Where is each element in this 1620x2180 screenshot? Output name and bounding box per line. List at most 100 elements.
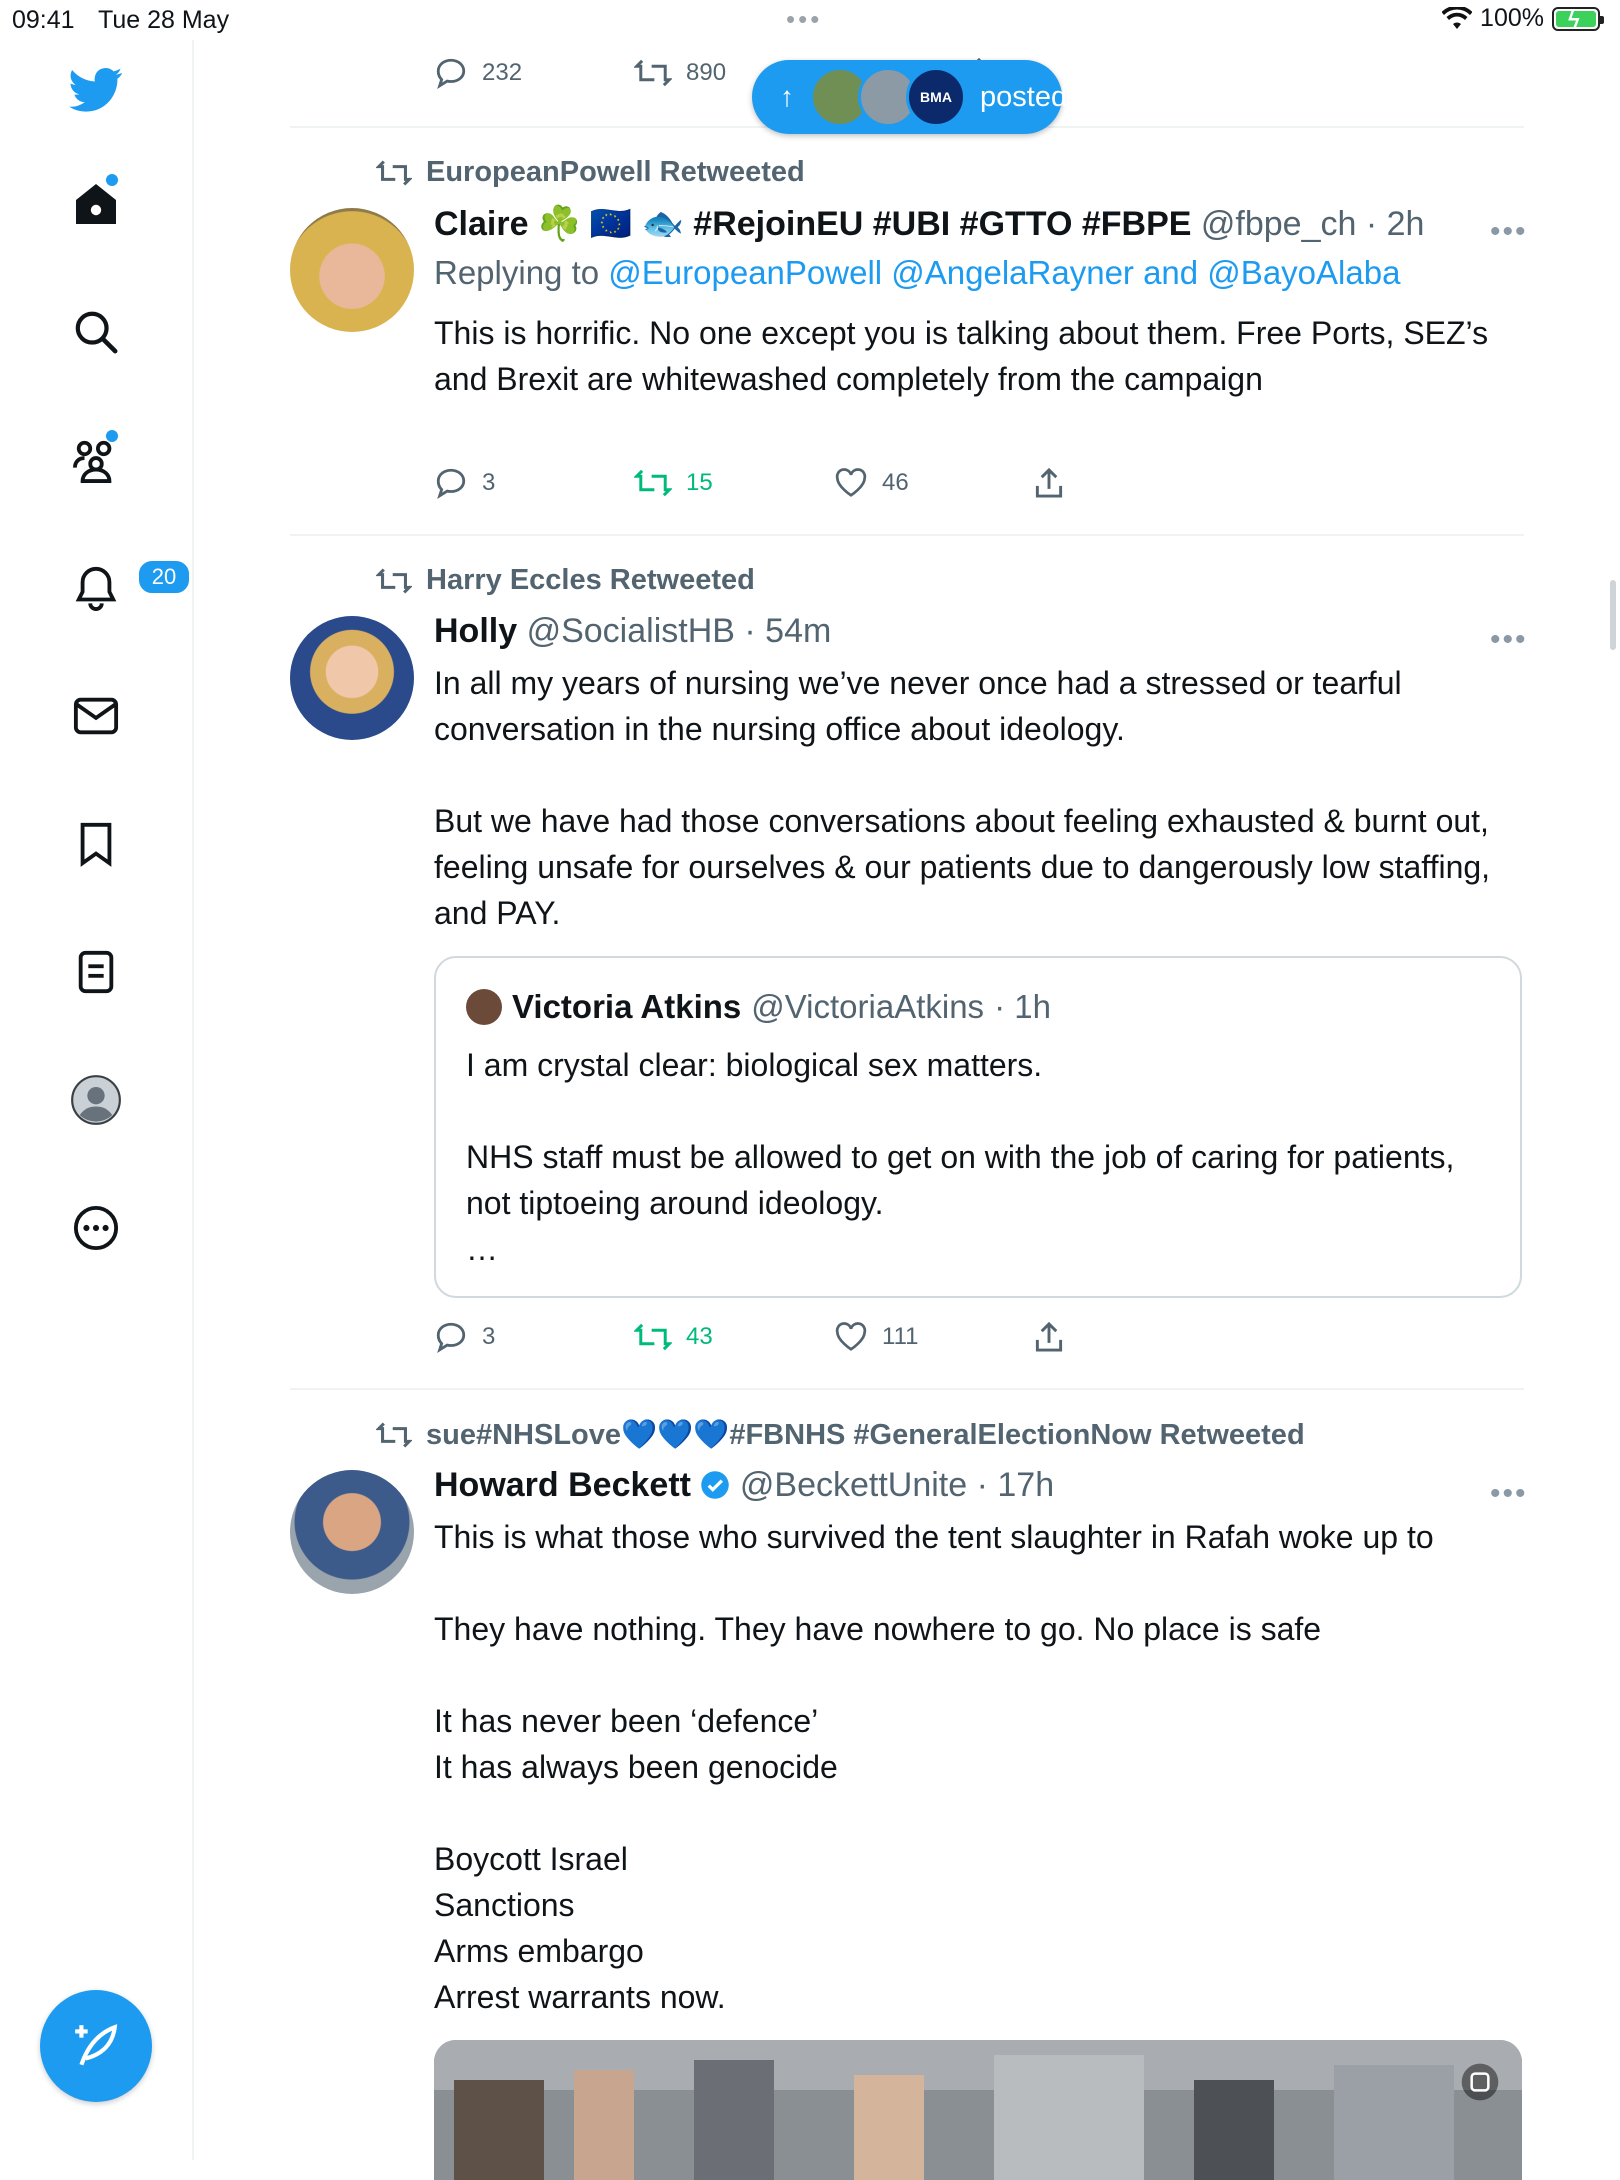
notifications-count-badge: 20: [136, 558, 192, 596]
lists-icon[interactable]: [66, 942, 126, 1002]
retweeted-by-text[interactable]: Harry Eccles Retweeted: [426, 564, 755, 597]
status-time: 09:41: [12, 6, 75, 34]
new-posts-label: posted: [980, 80, 1068, 113]
tweet-text: This is horrific. No one except you is t…: [434, 315, 1489, 397]
more-menu-icon[interactable]: •••: [1490, 1479, 1528, 1509]
replying-to-line: Replying to @EuropeanPowell @AngelaRayne…: [434, 254, 1400, 292]
tweet-header: Claire ☘️ 🇪🇺 🐟 #RejoinEU #UBI #GTTO #FBP…: [434, 204, 1424, 244]
like-button[interactable]: 46: [834, 468, 1034, 498]
quote-time: · 1h: [994, 988, 1051, 1025]
media-options-icon[interactable]: [1460, 2062, 1500, 2102]
quote-author-name: Victoria Atkins: [512, 988, 742, 1025]
retweet-icon: [634, 59, 672, 87]
author-name[interactable]: Holly: [434, 612, 517, 650]
status-date: Tue 28 May: [98, 6, 230, 34]
retweet-icon: [634, 1323, 672, 1351]
tweet-actions: 3 43 111: [434, 1320, 1234, 1354]
more-options-icon[interactable]: [66, 1198, 126, 1258]
tweet-text: This is what those who survived the tent…: [434, 1519, 1434, 2015]
verified-badge-icon: [701, 1471, 730, 1499]
tweet-header: Holly @SocialistHB · 54m: [434, 612, 831, 651]
reply-count: 232: [482, 59, 523, 86]
share-icon: [1035, 1321, 1063, 1352]
notifications-bell-icon[interactable]: [66, 558, 126, 618]
author-handle[interactable]: @SocialistHB: [527, 612, 735, 650]
reply-icon: [436, 58, 466, 89]
retweet-icon: [634, 469, 672, 497]
quote-header: Victoria Atkins @VictoriaAtkins · 1h: [466, 988, 1051, 1026]
more-menu-icon[interactable]: •••: [1490, 625, 1528, 655]
quote-avatar: [466, 989, 502, 1025]
messages-icon[interactable]: [66, 686, 126, 746]
like-button[interactable]: 111: [834, 1322, 1034, 1352]
reply-count: 3: [482, 1323, 496, 1350]
like-count: 46: [882, 469, 909, 496]
reply-button[interactable]: 232: [434, 56, 634, 90]
retweeted-by-line: EuropeanPowell Retweeted: [376, 156, 805, 189]
new-posts-pill[interactable]: ↑ BMA posted: [752, 60, 1067, 134]
profile-avatar-icon[interactable]: [66, 1070, 126, 1130]
author-name[interactable]: Howard Beckett: [434, 1466, 691, 1504]
wifi-icon: [1442, 6, 1473, 29]
retweeted-by-text[interactable]: EuropeanPowell Retweeted: [426, 156, 805, 189]
tweet-time: · 17h: [976, 1466, 1055, 1504]
avatar-howard-beckett[interactable]: [290, 1470, 414, 1594]
tweet-header: Howard Beckett @BeckettUnite · 17h: [434, 1466, 1054, 1505]
retweeted-by-text[interactable]: sue#NHSLove💙💙💙#FBNHS #GeneralElectionNow…: [426, 1418, 1305, 1452]
battery-percent: 100%: [1480, 4, 1544, 32]
twitter-logo-icon[interactable]: [66, 60, 126, 120]
more-menu-icon[interactable]: •••: [1490, 217, 1528, 247]
author-handle[interactable]: @BeckettUnite: [740, 1466, 967, 1504]
like-count: 111: [882, 1323, 919, 1350]
quoted-tweet[interactable]: Victoria Atkins @VictoriaAtkins · 1h I a…: [434, 956, 1522, 1298]
author-name[interactable]: Claire ☘️ 🇪🇺 🐟 #RejoinEU #UBI #GTTO #FBP…: [434, 205, 1191, 243]
tweet-time: · 54m: [744, 612, 832, 650]
tweet-time: · 2h: [1365, 205, 1425, 243]
communities-unread-dot: [106, 430, 118, 442]
retweet-count: 890: [686, 59, 727, 86]
status-right: 100% ϟ: [1442, 4, 1604, 33]
share-button[interactable]: [1034, 1321, 1234, 1353]
compose-feather-icon: [75, 2024, 118, 2066]
retweet-button[interactable]: 43: [634, 1322, 834, 1352]
retweet-count: 43: [686, 1323, 713, 1350]
bma-avatar: BMA: [906, 67, 966, 127]
replying-prefix: Replying to: [434, 254, 600, 291]
retweet-small-icon: [376, 1422, 412, 1448]
home-unread-dot: [106, 174, 118, 186]
retweet-count: 15: [686, 469, 713, 496]
bookmarks-icon[interactable]: [66, 814, 126, 874]
scrollbar[interactable]: [1610, 580, 1616, 650]
quote-author-handle: @VictoriaAtkins: [751, 988, 985, 1025]
retweeted-by-line: sue#NHSLove💙💙💙#FBNHS #GeneralElectionNow…: [376, 1418, 1305, 1452]
retweeted-by-line: Harry Eccles Retweeted: [376, 564, 755, 597]
retweet-button[interactable]: 15: [634, 468, 834, 498]
reply-button[interactable]: 3: [434, 466, 634, 500]
media-photo: [434, 2040, 1522, 2180]
heart-icon: [835, 1322, 867, 1351]
reply-count: 3: [482, 469, 496, 496]
retweet-small-icon: [376, 159, 412, 186]
avatar-claire[interactable]: [290, 208, 414, 332]
tweet-divider: [290, 534, 1524, 536]
compose-tweet-button[interactable]: [40, 1990, 152, 2102]
tweet-media-image[interactable]: [434, 2040, 1522, 2180]
heart-icon: [835, 468, 867, 497]
share-button[interactable]: [1034, 467, 1234, 499]
arrow-up-icon: ↑: [780, 81, 794, 112]
retweet-small-icon: [376, 567, 412, 594]
tweet-actions: 3 15 46: [434, 466, 1234, 500]
tweet-text: In all my years of nursing we’ve never o…: [434, 665, 1491, 931]
replying-to-users[interactable]: @EuropeanPowell @AngelaRayner and @BayoA…: [608, 254, 1400, 291]
reply-button[interactable]: 3: [434, 1320, 634, 1354]
poster-avatars: BMA: [810, 67, 966, 127]
tweet-divider: [290, 1388, 1524, 1390]
status-bar: 09:41 Tue 28 May ••• 100% ϟ: [0, 0, 1620, 40]
search-icon[interactable]: [66, 302, 126, 362]
battery-icon: ϟ: [1552, 6, 1604, 32]
author-handle[interactable]: @fbpe_ch: [1201, 205, 1357, 243]
share-icon: [1035, 467, 1063, 498]
reply-icon: [436, 1322, 466, 1353]
avatar-holly[interactable]: [290, 616, 414, 740]
multitasking-dots-icon[interactable]: •••: [786, 6, 822, 32]
